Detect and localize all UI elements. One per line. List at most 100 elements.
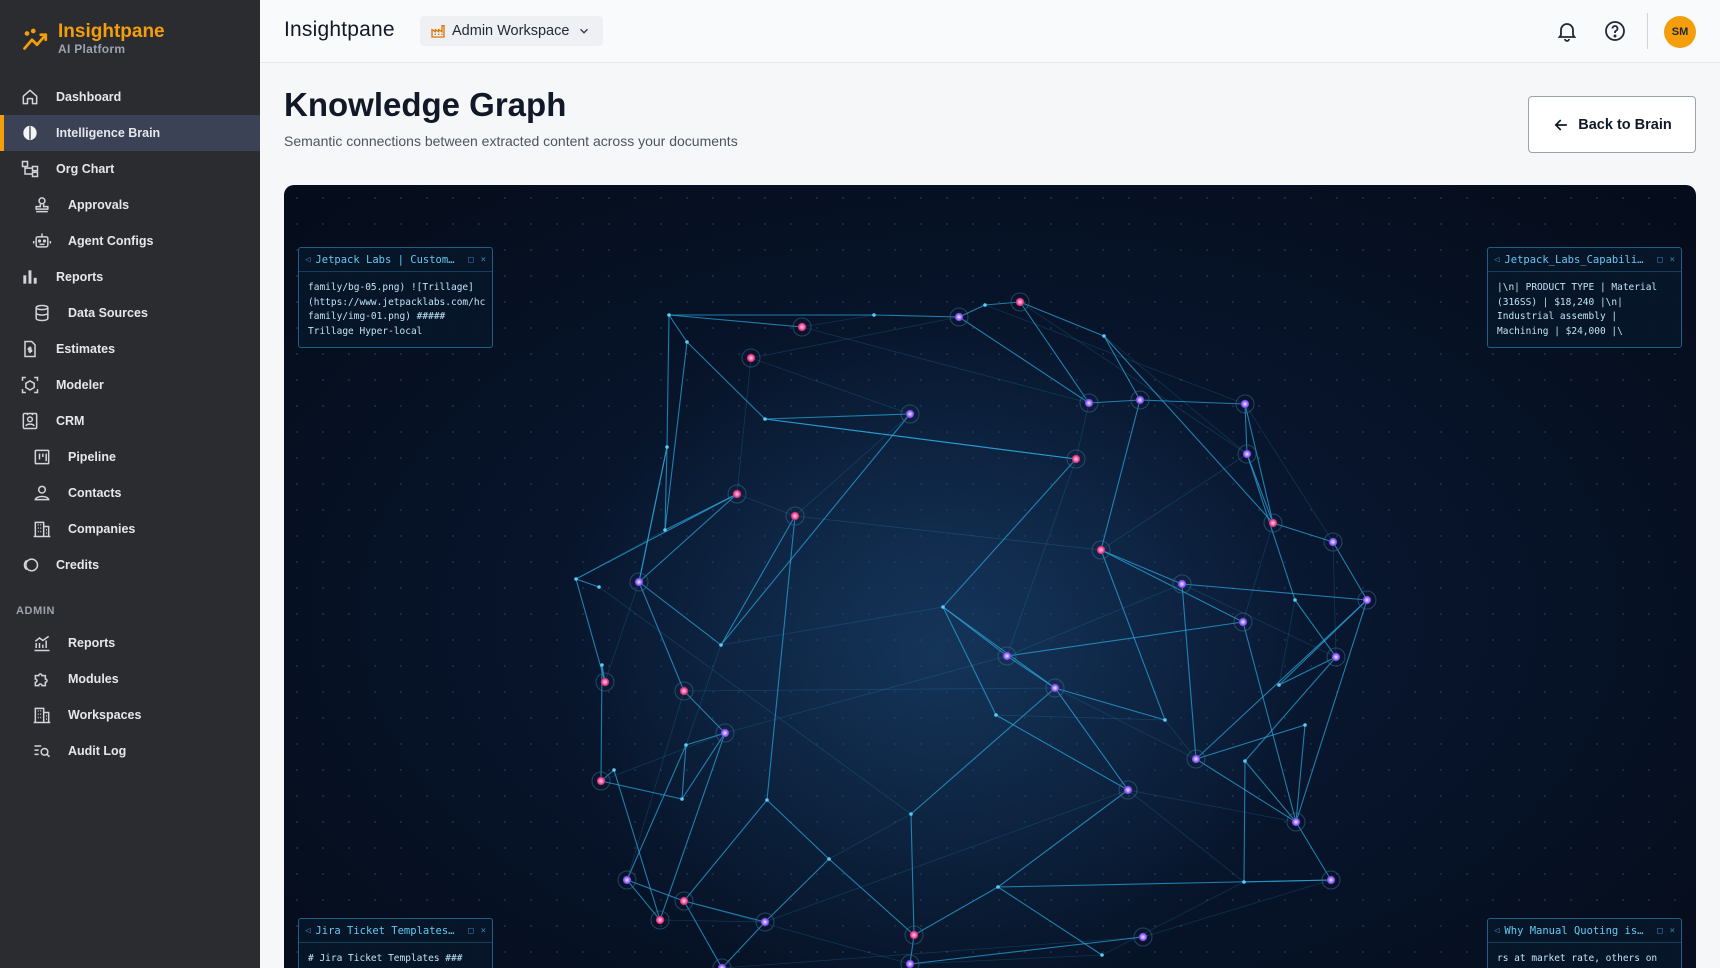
bell-icon[interactable] (1555, 19, 1579, 43)
maximize-icon[interactable]: □ (468, 255, 473, 265)
graph-node-purple[interactable] (1135, 395, 1145, 405)
close-icon[interactable]: × (1670, 926, 1675, 936)
sidebar-item-approvals[interactable]: Approvals (0, 187, 260, 223)
workspace-selector[interactable]: Admin Workspace (420, 16, 604, 46)
graph-node-purple[interactable] (1362, 595, 1372, 605)
graph-node-purple[interactable] (634, 577, 644, 587)
graph-node-purple[interactable] (1238, 617, 1248, 627)
sidebar-item-org-chart[interactable]: Org Chart (0, 151, 260, 187)
graph-node-purple[interactable] (1326, 875, 1336, 885)
graph-node-pink[interactable] (790, 511, 800, 521)
help-circle-icon[interactable] (1603, 19, 1627, 43)
graph-node-purple[interactable] (905, 959, 915, 968)
graph-node-purple[interactable] (760, 917, 770, 927)
graph-node-purple[interactable] (1177, 579, 1187, 589)
graph-node-purple[interactable] (905, 409, 915, 419)
graph-node-purple[interactable] (1002, 651, 1012, 661)
graph-node-purple[interactable] (1331, 652, 1341, 662)
graph-node-purple[interactable] (1191, 754, 1201, 764)
avatar[interactable]: SM (1664, 16, 1696, 48)
document-card[interactable]: ◁ Jira Ticket Templates… □ × # Jira Tick… (298, 918, 493, 968)
sidebar-nav: Dashboard Intelligence Brain Org Chart A… (0, 79, 260, 769)
caret-left-icon[interactable]: ◁ (1494, 255, 1499, 265)
document-card-header: ◁ Jetpack Labs | Custom… □ × (299, 248, 492, 272)
graph-node-purple[interactable] (1291, 817, 1301, 827)
graph-junction (909, 812, 913, 816)
sidebar-item-contacts[interactable]: Contacts (0, 475, 260, 511)
document-card-title: Jira Ticket Templates… (315, 924, 455, 937)
caret-left-icon[interactable]: ◁ (305, 255, 310, 265)
sidebar-item-dashboard[interactable]: Dashboard (0, 79, 260, 115)
sidebar-item-intelligence-brain[interactable]: Intelligence Brain (0, 115, 260, 151)
document-card[interactable]: ◁ Jetpack Labs | Custom… □ × family/bg-0… (298, 247, 493, 348)
document-card-body: |\n| PRODUCT TYPE | Material (316SS) | $… (1497, 282, 1658, 337)
graph-junction (1243, 759, 1247, 763)
sidebar-item-crm[interactable]: CRM (0, 403, 260, 439)
sidebar-item-admin-reports[interactable]: Reports (0, 625, 260, 661)
graph-junction (765, 798, 769, 802)
close-icon[interactable]: × (1670, 255, 1675, 265)
sidebar-item-agent-configs[interactable]: Agent Configs (0, 223, 260, 259)
graph-node-pink[interactable] (1071, 454, 1081, 464)
graph-node-purple[interactable] (1084, 398, 1094, 408)
knowledge-graph-canvas[interactable]: ◁ Jetpack Labs | Custom… □ × family/bg-0… (284, 185, 1696, 968)
graph-node-purple[interactable] (1328, 537, 1338, 547)
home-icon (22, 89, 38, 105)
sidebar-item-reports[interactable]: Reports (0, 259, 260, 295)
brand[interactable]: Insightpane AI Platform (22, 20, 165, 56)
caret-left-icon[interactable]: ◁ (305, 926, 310, 936)
graph-node-pink[interactable] (1015, 297, 1025, 307)
sidebar-item-credits[interactable]: Credits (0, 547, 260, 583)
graph-node-pink[interactable] (1096, 545, 1106, 555)
graph-node-purple[interactable] (954, 312, 964, 322)
document-card-body: family/bg-05.png) ![Trillage] (https://w… (308, 282, 486, 337)
graph-node-pink[interactable] (1268, 518, 1278, 528)
sidebar-item-estimates[interactable]: Estimates (0, 331, 260, 367)
graph-node-pink[interactable] (679, 686, 689, 696)
sidebar-item-data-sources[interactable]: Data Sources (0, 295, 260, 331)
graph-node-pink[interactable] (909, 930, 919, 940)
sidebar-item-companies[interactable]: Companies (0, 511, 260, 547)
graph-node-purple[interactable] (1050, 683, 1060, 693)
graph-node-pink[interactable] (600, 677, 610, 687)
cube-scan-icon (21, 376, 39, 394)
close-icon[interactable]: × (481, 926, 486, 936)
graph-node-purple[interactable] (1123, 785, 1133, 795)
sidebar-item-label: Modeler (56, 378, 104, 392)
maximize-icon[interactable]: □ (468, 926, 473, 936)
graph-node-purple[interactable] (720, 728, 730, 738)
maximize-icon[interactable]: □ (1657, 255, 1662, 265)
graph-node-pink[interactable] (679, 896, 689, 906)
document-card-title: Jetpack_Labs_Capabili… (1504, 253, 1644, 266)
graph-network[interactable] (284, 185, 1696, 968)
sidebar-item-workspaces[interactable]: Workspaces (0, 697, 260, 733)
sidebar-item-audit-log[interactable]: Audit Log (0, 733, 260, 769)
document-card[interactable]: ◁ Jetpack_Labs_Capabili… □ × |\n| PRODUC… (1487, 247, 1682, 348)
graph-junction (1242, 880, 1246, 884)
graph-junction (667, 313, 671, 317)
sidebar-item-pipeline[interactable]: Pipeline (0, 439, 260, 475)
maximize-icon[interactable]: □ (1657, 926, 1662, 936)
close-icon[interactable]: × (481, 255, 486, 265)
caret-left-icon[interactable]: ◁ (1494, 926, 1499, 936)
sidebar-item-modeler[interactable]: Modeler (0, 367, 260, 403)
graph-node-pink[interactable] (797, 322, 807, 332)
graph-junction (994, 713, 998, 717)
graph-junction (1293, 598, 1297, 602)
chevron-down-icon (580, 28, 589, 34)
sidebar-item-modules[interactable]: Modules (0, 661, 260, 697)
graph-node-pink[interactable] (746, 353, 756, 363)
graph-node-purple[interactable] (1242, 449, 1252, 459)
document-card[interactable]: ◁ Why Manual Quoting is… □ × rs at marke… (1487, 918, 1682, 968)
document-dollar-icon (24, 340, 36, 358)
graph-node-pink[interactable] (596, 776, 606, 786)
graph-node-purple[interactable] (1240, 399, 1250, 409)
stamp-icon (35, 197, 49, 213)
graph-node-purple[interactable] (622, 875, 632, 885)
back-to-brain-button[interactable]: Back to Brain (1528, 96, 1696, 153)
graph-node-pink[interactable] (655, 915, 665, 925)
graph-node-purple[interactable] (1138, 932, 1148, 942)
graph-junction (941, 605, 945, 609)
graph-node-pink[interactable] (732, 489, 742, 499)
sidebar-item-label: Intelligence Brain (56, 126, 161, 140)
